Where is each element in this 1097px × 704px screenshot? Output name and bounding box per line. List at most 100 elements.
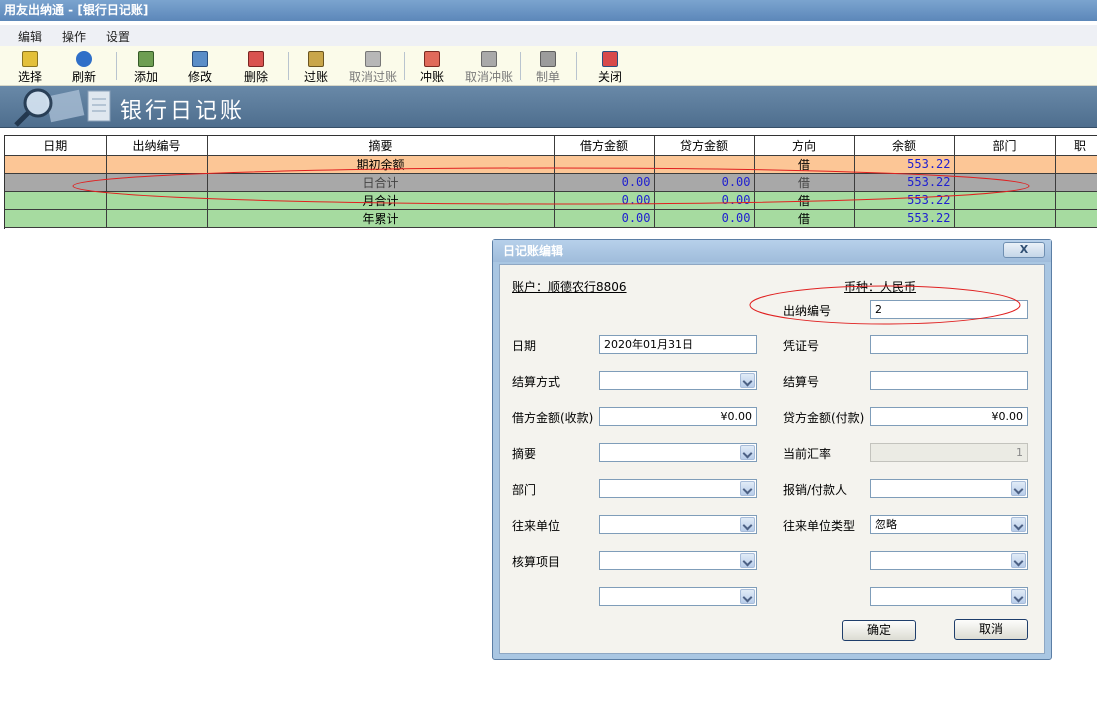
chevron-down-icon[interactable] xyxy=(1011,589,1026,604)
delete-button[interactable]: 删除 xyxy=(234,49,278,85)
cell-date xyxy=(5,209,107,228)
select-icon xyxy=(22,51,38,67)
toolbar: 选择 刷新 添加 修改 删除 过账 取消过账 冲账 取消冲账 制单 关闭 xyxy=(0,46,1097,86)
column-header-debit[interactable]: 借方金额 xyxy=(554,136,655,156)
settle-no-field[interactable] xyxy=(870,371,1028,390)
column-header-department[interactable]: 部门 xyxy=(954,136,1056,156)
menu-edit[interactable]: 编辑 xyxy=(18,28,42,45)
dialog-title: 日记账编辑 xyxy=(503,244,564,258)
cell-cashier-no xyxy=(106,209,208,228)
page-banner: 银行日记账 xyxy=(0,86,1097,128)
chevron-down-icon[interactable] xyxy=(740,553,755,568)
date-label: 日期 xyxy=(512,339,537,353)
edit-button[interactable]: 修改 xyxy=(178,49,222,85)
debit-field[interactable]: ¥0.00 xyxy=(599,407,757,426)
column-header-cashier-no[interactable]: 出纳编号 xyxy=(106,136,208,156)
chevron-down-icon[interactable] xyxy=(1011,553,1026,568)
cell-department xyxy=(954,209,1056,228)
window-title: 用友出纳通 - [银行日记账] xyxy=(4,3,149,17)
partner-label: 往来单位 xyxy=(512,519,561,533)
cell-balance: 553.22 xyxy=(854,155,955,174)
partner-type-select[interactable]: 忽略 xyxy=(870,515,1028,534)
summary-select[interactable] xyxy=(599,443,757,462)
settle-no-label: 结算号 xyxy=(783,375,820,389)
voucher-no-field[interactable] xyxy=(870,335,1028,354)
department-select[interactable] xyxy=(599,479,757,498)
toolbar-separator xyxy=(576,52,577,80)
reverse-label: 冲账 xyxy=(419,70,444,84)
chevron-down-icon[interactable] xyxy=(740,373,755,388)
delete-icon xyxy=(248,51,264,67)
journal-edit-dialog: 日记账编辑 X 账户：顺德农行8806 币种：人民币 出纳编号 2 日期 202… xyxy=(492,239,1052,660)
cell-more xyxy=(1055,155,1097,174)
cashier-no-field[interactable]: 2 xyxy=(870,300,1028,319)
page-title: 银行日记账 xyxy=(120,99,246,124)
magnifier-logo-icon xyxy=(14,88,111,127)
project-label: 核算项目 xyxy=(512,555,561,569)
column-header-date[interactable]: 日期 xyxy=(5,136,107,156)
voucher-button[interactable]: 制单 xyxy=(526,49,570,85)
cell-credit: 0.00 xyxy=(654,173,755,192)
chevron-down-icon[interactable] xyxy=(740,589,755,604)
voucher-no-label: 凭证号 xyxy=(783,339,820,353)
chevron-down-icon[interactable] xyxy=(740,517,755,532)
reverse-button[interactable]: 冲账 xyxy=(410,49,454,85)
unreverse-icon xyxy=(481,51,497,67)
extra-right-select-2[interactable] xyxy=(870,587,1028,606)
column-header-more[interactable]: 职 xyxy=(1055,136,1097,156)
settle-method-select[interactable] xyxy=(599,371,757,390)
chevron-down-icon[interactable] xyxy=(1011,517,1026,532)
dialog-close-button[interactable]: X xyxy=(1003,242,1045,258)
window-title-bar: 用友出纳通 - [银行日记账] xyxy=(0,0,1097,21)
edit-label: 修改 xyxy=(187,70,212,84)
column-header-summary[interactable]: 摘要 xyxy=(207,136,555,156)
unreverse-button[interactable]: 取消冲账 xyxy=(464,49,514,85)
voucher-label: 制单 xyxy=(535,70,560,84)
table-row[interactable]: 年累计 0.00 0.00 借 553.22 xyxy=(5,209,1097,228)
select-button[interactable]: 选择 xyxy=(8,49,52,85)
unpost-button[interactable]: 取消过账 xyxy=(348,49,398,85)
edit-icon xyxy=(192,51,208,67)
table-row[interactable]: 月合计 0.00 0.00 借 553.22 xyxy=(5,191,1097,210)
payee-select[interactable] xyxy=(870,479,1028,498)
partner-type-label: 往来单位类型 xyxy=(783,519,856,533)
close-window-label: 关闭 xyxy=(597,70,622,84)
cell-date xyxy=(5,155,107,174)
cell-cashier-no xyxy=(106,173,208,192)
close-window-button[interactable]: 关闭 xyxy=(588,49,632,85)
cancel-button[interactable]: 取消 xyxy=(954,619,1028,640)
date-field[interactable]: 2020年01月31日 xyxy=(599,335,757,354)
chevron-down-icon[interactable] xyxy=(740,445,755,460)
column-header-credit[interactable]: 贷方金额 xyxy=(654,136,755,156)
department-label: 部门 xyxy=(512,483,537,497)
menu-operate[interactable]: 操作 xyxy=(62,28,86,45)
cell-summary: 日合计 xyxy=(207,173,555,192)
cell-direction: 借 xyxy=(754,173,855,192)
table-row[interactable]: 日合计 0.00 0.00 借 553.22 xyxy=(5,173,1097,192)
extra-right-select-1[interactable] xyxy=(870,551,1028,570)
partner-select[interactable] xyxy=(599,515,757,534)
chevron-down-icon[interactable] xyxy=(740,481,755,496)
extra-left-select[interactable] xyxy=(599,587,757,606)
credit-field[interactable]: ¥0.00 xyxy=(870,407,1028,426)
column-header-balance[interactable]: 余额 xyxy=(854,136,955,156)
post-button[interactable]: 过账 xyxy=(294,49,338,85)
summary-label: 摘要 xyxy=(512,447,537,461)
toolbar-separator xyxy=(116,52,117,80)
toolbar-separator xyxy=(288,52,289,80)
refresh-button[interactable]: 刷新 xyxy=(62,49,106,85)
voucher-icon xyxy=(540,51,556,67)
chevron-down-icon[interactable] xyxy=(1011,481,1026,496)
project-select[interactable] xyxy=(599,551,757,570)
cell-cashier-no xyxy=(106,155,208,174)
close-window-icon xyxy=(602,51,618,67)
ok-button[interactable]: 确定 xyxy=(842,620,916,641)
currency-label: 币种：人民币 xyxy=(844,280,917,294)
add-button[interactable]: 添加 xyxy=(124,49,168,85)
menu-settings[interactable]: 设置 xyxy=(106,28,130,45)
cell-credit xyxy=(654,155,755,174)
table-row[interactable]: 期初余额 借 553.22 xyxy=(5,155,1097,174)
unreverse-label: 取消冲账 xyxy=(464,70,513,84)
toolbar-separator xyxy=(520,52,521,80)
column-header-direction[interactable]: 方向 xyxy=(754,136,855,156)
